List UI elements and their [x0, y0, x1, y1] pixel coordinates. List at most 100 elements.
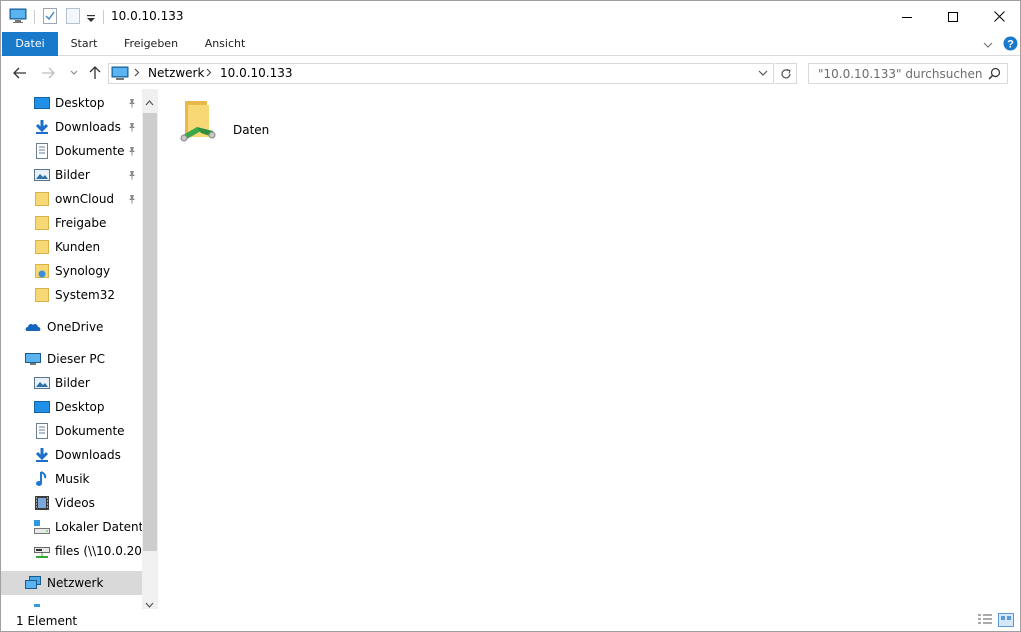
arrow-left-icon [13, 67, 26, 79]
computer-icon [9, 8, 27, 27]
nav-item-this-pc[interactable]: Dieser PC [1, 347, 142, 371]
tab-view[interactable]: Ansicht [197, 32, 253, 56]
nav-label: Downloads [55, 448, 121, 462]
nav-item-pc-desktop[interactable]: Desktop [1, 395, 142, 419]
desktop-icon [34, 399, 50, 415]
properties-icon[interactable] [43, 8, 57, 27]
nav-label: Desktop [55, 96, 105, 110]
large-icons-view-icon[interactable] [998, 613, 1014, 627]
tab-share[interactable]: Freigeben [117, 32, 185, 56]
network-drive-icon [34, 543, 50, 559]
help-icon[interactable]: ? [1003, 36, 1018, 54]
nav-item-partial [1, 595, 142, 609]
nav-item-kunden[interactable]: Kunden [1, 235, 142, 259]
nav-item-downloads[interactable]: Downloads [1, 115, 142, 139]
nav-label: OneDrive [47, 320, 104, 334]
pictures-icon [34, 375, 50, 391]
nav-item-desktop[interactable]: Desktop [1, 91, 142, 115]
cloud-icon [25, 319, 41, 335]
network-icon [25, 575, 41, 591]
pin-icon[interactable] [127, 145, 137, 159]
pictures-icon [34, 167, 50, 183]
nav-label: Dieser PC [47, 352, 105, 366]
expand-ribbon-icon[interactable] [983, 38, 993, 52]
nav-item-owncloud[interactable]: ownCloud [1, 187, 142, 211]
nav-label: Netzwerk [47, 576, 104, 590]
scrollbar-thumb[interactable] [143, 113, 157, 551]
address-history-icon[interactable] [758, 67, 768, 82]
tab-start[interactable]: Start [63, 32, 105, 56]
pin-icon[interactable] [127, 97, 137, 111]
up-button[interactable] [85, 63, 105, 83]
search-box[interactable]: "10.0.10.133" durchsuchen [808, 63, 1008, 84]
document-icon [34, 143, 50, 159]
nav-label: Musik [55, 472, 90, 486]
nav-item-pc-downloads[interactable]: Downloads [1, 443, 142, 467]
nav-item-network[interactable]: Netzwerk [1, 571, 142, 595]
minimize-icon [902, 16, 912, 18]
nav-item-pc-documents[interactable]: Dokumente [1, 419, 142, 443]
maximize-button[interactable] [930, 1, 976, 32]
file-item-daten[interactable]: Daten [179, 97, 289, 149]
pin-icon[interactable] [127, 193, 137, 207]
nav-label: Desktop [55, 400, 105, 414]
maximize-icon [948, 11, 958, 22]
address-bar[interactable]: Netzwerk 10.0.10.133 [108, 63, 774, 84]
nav-item-pc-videos[interactable]: Videos [1, 491, 142, 515]
ribbon-tabs: Datei Start Freigeben Ansicht ? [1, 32, 1020, 56]
status-bar: 1 Element [1, 609, 1020, 631]
details-view-icon[interactable] [977, 613, 993, 627]
music-icon [34, 471, 50, 487]
svg-text:?: ? [1007, 39, 1014, 51]
folder-icon [34, 215, 50, 231]
nav-item-pictures[interactable]: Bilder [1, 163, 142, 187]
tab-file[interactable]: Datei [2, 32, 58, 56]
customize-toolbar-icon[interactable] [87, 12, 95, 26]
computer-icon [25, 351, 41, 367]
drive-icon [34, 519, 50, 535]
minimize-button[interactable] [884, 1, 930, 32]
nav-item-local-disk[interactable]: Lokaler Datenträ [1, 515, 142, 539]
nav-item-documents[interactable]: Dokumente [1, 139, 142, 163]
pin-icon[interactable] [127, 121, 137, 135]
navigation-pane: Desktop Downloads Dokumente Bilder ownCl… [1, 89, 158, 609]
document-icon [34, 423, 50, 439]
nav-label: Bilder [55, 168, 90, 182]
download-icon [34, 447, 50, 463]
explorer-window: 10.0.10.133 Datei Start Freigeben Ansich… [0, 0, 1021, 632]
close-icon [993, 11, 1005, 22]
folder-icon [34, 191, 50, 207]
nav-label: Downloads [55, 120, 121, 134]
breadcrumb-network[interactable]: Netzwerk [148, 66, 204, 80]
close-button[interactable] [976, 1, 1021, 32]
recent-locations-button[interactable] [64, 63, 84, 83]
nav-item-synology[interactable]: Synology [1, 259, 142, 283]
download-icon [34, 119, 50, 135]
breadcrumb-host[interactable]: 10.0.10.133 [220, 66, 293, 80]
breadcrumb-separator-icon[interactable] [134, 66, 140, 80]
partial-icon [34, 604, 40, 607]
nav-item-onedrive[interactable]: OneDrive [1, 315, 142, 339]
file-label: Daten [233, 123, 270, 137]
search-icon[interactable] [988, 67, 1001, 83]
breadcrumb-separator-icon[interactable] [206, 66, 212, 80]
refresh-button[interactable] [775, 63, 797, 84]
nav-item-network-drive[interactable]: files (\\10.0.20.2) [1, 539, 142, 563]
forward-button[interactable] [38, 63, 58, 83]
new-folder-icon[interactable] [66, 8, 80, 27]
pin-icon[interactable] [127, 169, 137, 183]
nav-item-pc-music[interactable]: Musik [1, 467, 142, 491]
separator [34, 10, 35, 24]
nav-scrollbar[interactable] [142, 89, 158, 609]
chevron-down-icon [70, 70, 78, 75]
shared-folder-icon [34, 263, 50, 279]
nav-label: Lokaler Datenträ [55, 520, 142, 534]
back-button[interactable] [10, 63, 30, 83]
network-share-folder-icon [179, 97, 219, 148]
nav-item-freigabe[interactable]: Freigabe [1, 211, 142, 235]
video-icon [34, 495, 50, 511]
content-area: Daten [161, 89, 1020, 609]
scroll-up-icon[interactable] [145, 95, 154, 109]
nav-item-pc-pictures[interactable]: Bilder [1, 371, 142, 395]
nav-item-system32[interactable]: System32 [1, 283, 142, 307]
